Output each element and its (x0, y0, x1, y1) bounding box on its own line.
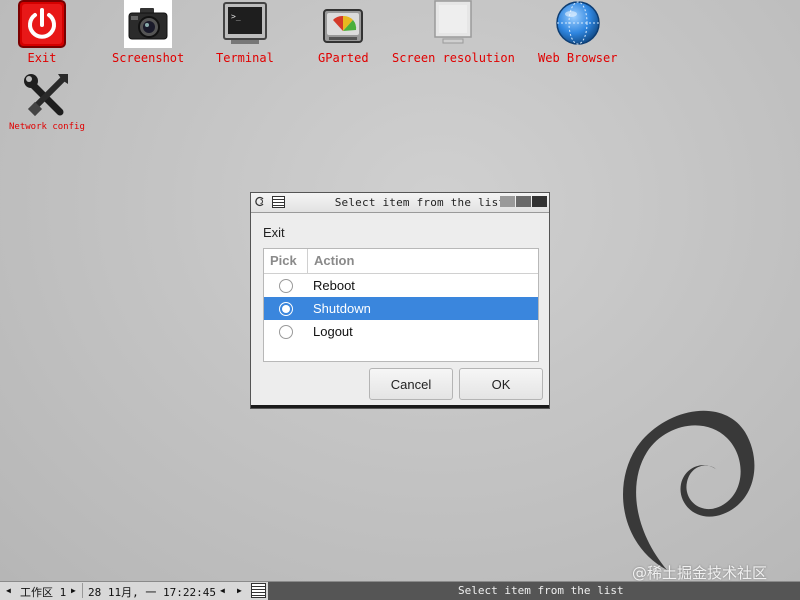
ok-button[interactable]: OK (459, 368, 543, 400)
debian-swirl-icon (623, 410, 755, 570)
list-item-label: Shutdown (313, 301, 371, 316)
desktop-icon-label: Terminal (216, 51, 274, 65)
list-header: Pick Action (264, 249, 538, 274)
maximize-button[interactable] (516, 196, 531, 207)
dialog-bottom-border (251, 405, 549, 408)
task-list-icon[interactable] (251, 583, 266, 598)
desktop-icon-terminal[interactable]: >_ Terminal (216, 0, 274, 65)
active-task-button[interactable]: Select item from the list (268, 582, 800, 600)
desktop-icon-label: GParted (318, 51, 369, 65)
desktop-icon-screenshot[interactable]: Screenshot (112, 0, 184, 65)
disk-icon (321, 6, 365, 48)
desktop-icon-exit[interactable]: Exit (18, 0, 66, 65)
desktop-icon-gparted[interactable]: GParted (318, 6, 369, 65)
column-header-action[interactable]: Action (308, 249, 354, 273)
radio-button[interactable] (279, 301, 293, 316)
desktop-icon-label: Network config (9, 122, 85, 132)
list-item-logout[interactable]: Logout (264, 320, 538, 343)
active-task-title: Select item from the list (458, 584, 624, 597)
monitor-icon (429, 0, 477, 48)
dialog-titlebar[interactable]: Select item from the list (251, 193, 549, 213)
desktop-icon-label: Web Browser (538, 51, 618, 65)
desktop-icon-web-browser[interactable]: Web Browser (538, 0, 617, 65)
power-icon (18, 0, 66, 48)
task-next-arrow-icon[interactable]: ▶ (237, 586, 242, 595)
task-prev-arrow-icon[interactable]: ◀ (220, 586, 225, 595)
list-item-reboot[interactable]: Reboot (264, 274, 538, 297)
radio-button[interactable] (279, 278, 293, 293)
minimize-button[interactable] (500, 196, 515, 207)
desktop-icon-screen-resolution[interactable]: Screen resolution (392, 0, 515, 65)
taskbar: ◀ 工作区 1 ▶ 28 11月, 一 17:22:45 ◀ ▶ Select … (0, 581, 800, 600)
dialog-prompt: Exit (263, 225, 285, 240)
column-header-pick[interactable]: Pick (264, 249, 308, 273)
list-item-label: Logout (313, 324, 353, 339)
svg-text:>_: >_ (231, 12, 241, 21)
workspace-prev-arrow-icon[interactable]: ◀ (6, 586, 11, 595)
select-item-dialog: Select item from the list Exit Pick Acti… (250, 192, 550, 409)
terminal-icon: >_ (221, 0, 269, 48)
tools-icon (22, 72, 72, 120)
close-button[interactable] (532, 196, 547, 207)
desktop-icon-label: Exit (27, 51, 57, 65)
workspace-next-arrow-icon[interactable]: ▶ (71, 586, 76, 595)
desktop-icon-label: Screen resolution (392, 51, 515, 65)
list-item-shutdown[interactable]: Shutdown (264, 297, 538, 320)
globe-icon (554, 0, 602, 48)
taskbar-separator (82, 583, 83, 598)
desktop-icon-network-config[interactable]: Network config (9, 72, 85, 132)
radio-button[interactable] (279, 324, 293, 339)
list-item-label: Reboot (313, 278, 355, 293)
desktop-icon-label: Screenshot (112, 51, 185, 65)
clock: 28 11月, 一 17:22:45 (88, 586, 216, 599)
watermark-text: @稀土掘金技术社区 (632, 564, 768, 582)
item-list[interactable]: Pick Action Reboot Shutdown Logout (263, 248, 539, 362)
cancel-button[interactable]: Cancel (369, 368, 453, 400)
workspace-label[interactable]: 工作区 1 (20, 584, 66, 600)
camera-icon (124, 0, 173, 48)
